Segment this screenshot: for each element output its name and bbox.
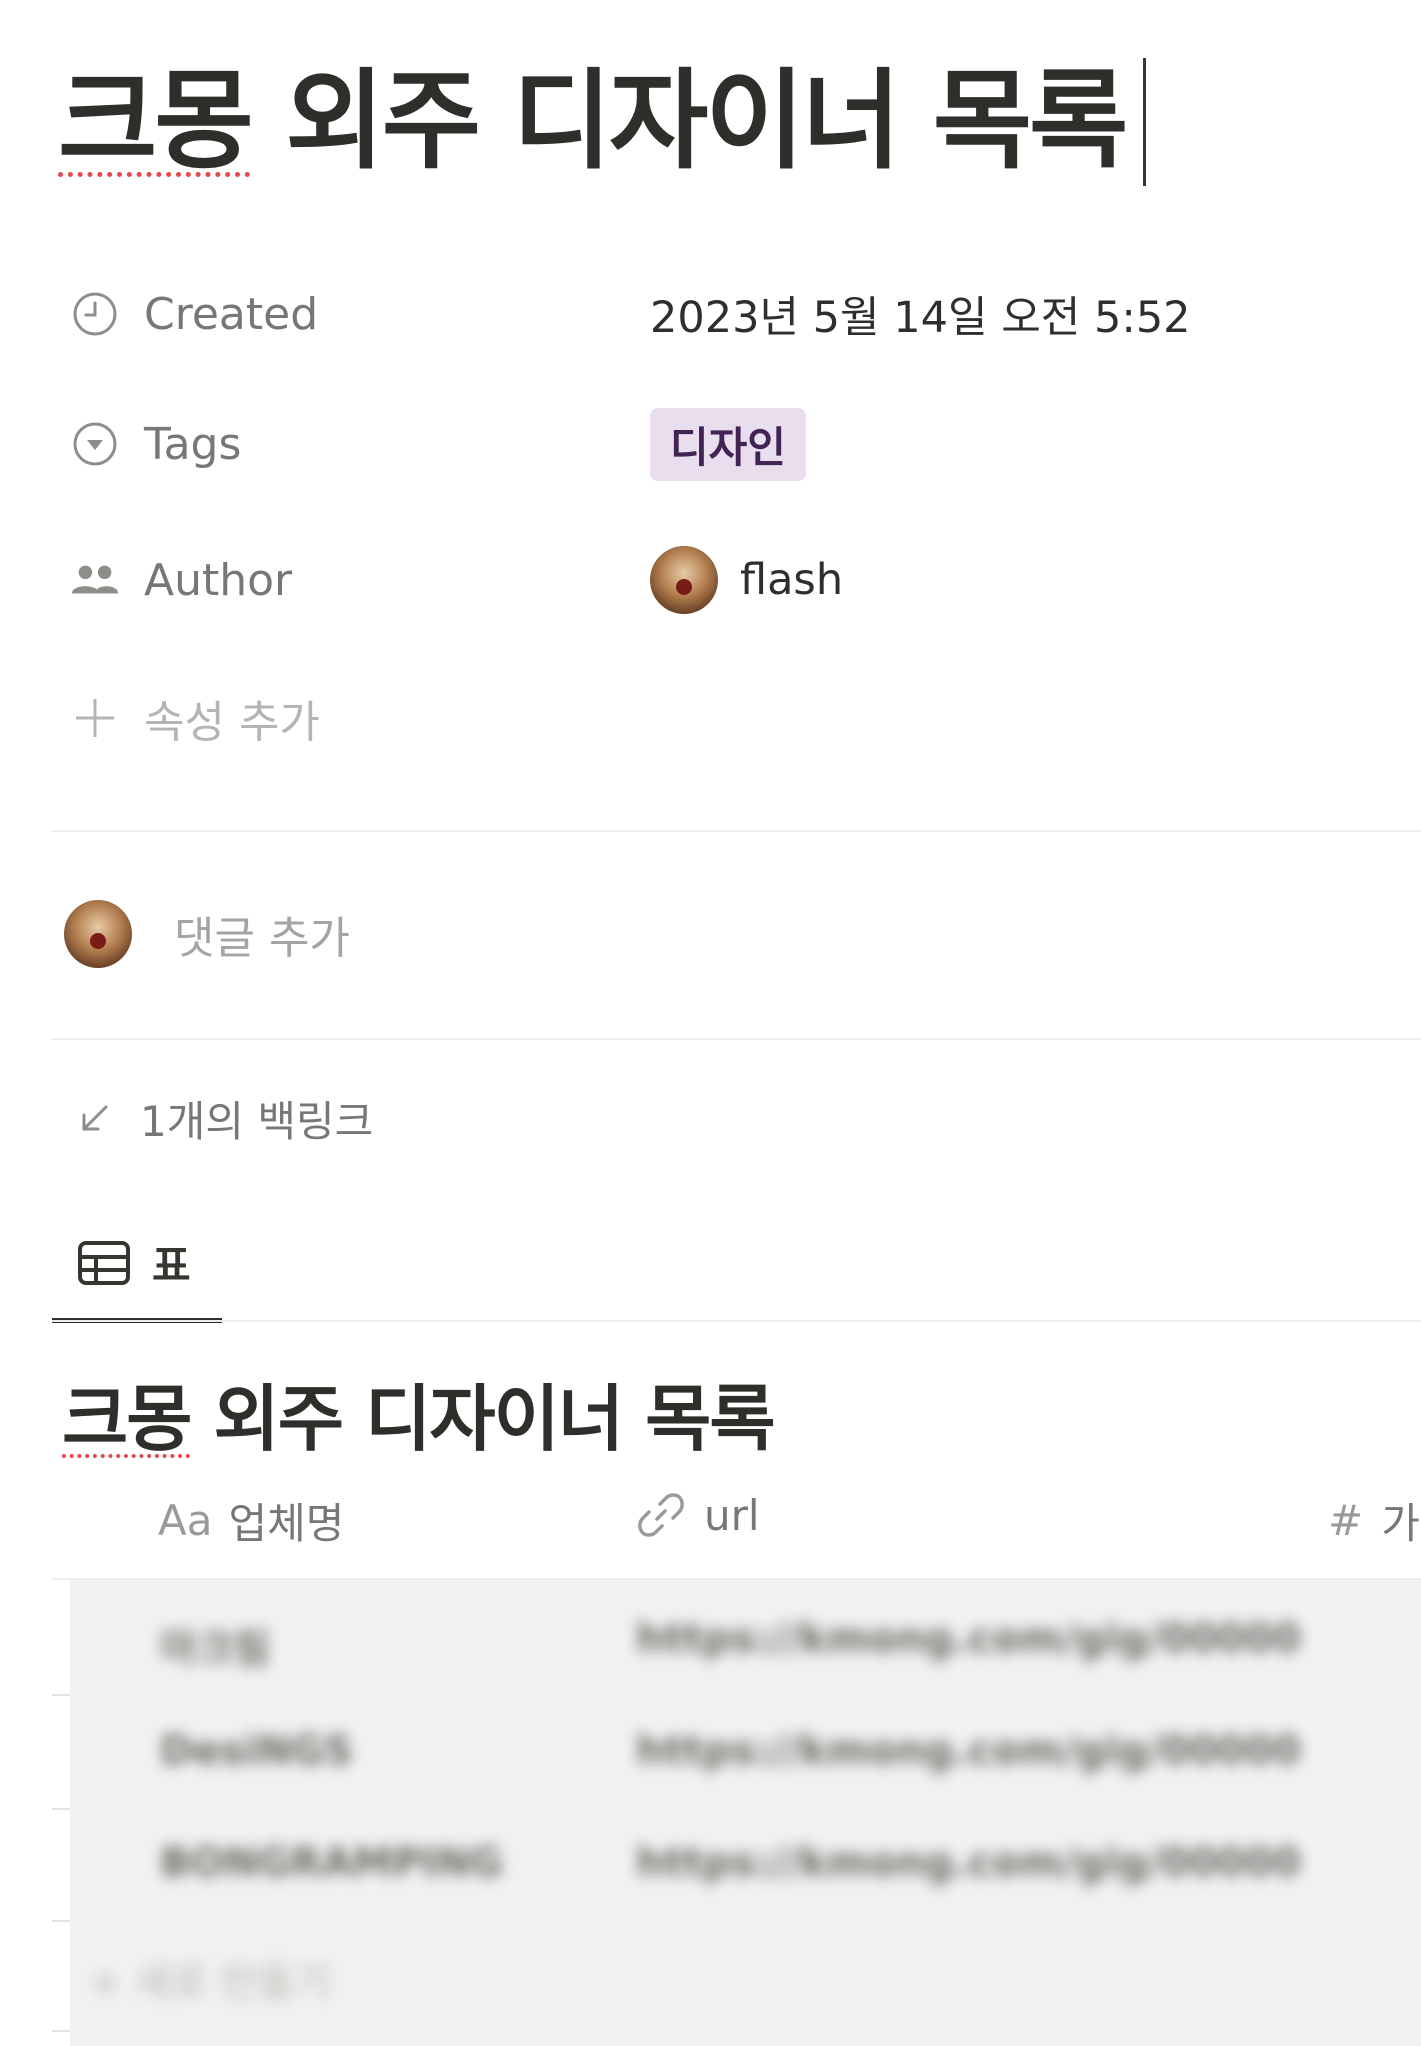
property-value-created: 2023년 5월 14일 오전 5:52	[650, 293, 1191, 343]
property-row-tags[interactable]: Tags 디자인	[70, 407, 806, 481]
add-property-label: 속성 추가	[144, 697, 320, 748]
table-row-url[interactable]: https://kmong.com/gig/00000	[636, 1840, 1301, 1886]
row-divider	[52, 1694, 70, 1696]
row-divider	[52, 2030, 70, 2032]
property-row-author[interactable]: Author flash	[70, 546, 843, 614]
clock-icon	[70, 289, 120, 339]
tab-label: 표	[152, 1241, 191, 1290]
add-property-button[interactable]: 속성 추가	[70, 688, 650, 748]
table-icon	[78, 1240, 130, 1285]
text-type-icon: Aa	[158, 1496, 213, 1545]
property-label-tags: Tags	[144, 418, 242, 470]
table-row-url[interactable]: https://kmong.com/gig/00000	[636, 1728, 1301, 1774]
text-caret	[1143, 58, 1147, 186]
column-header-number[interactable]: # 가	[1328, 1490, 1420, 1551]
comment-input[interactable]: 댓글 추가	[64, 900, 350, 968]
row-divider	[52, 1920, 70, 1922]
row-divider	[52, 1808, 70, 1810]
arrow-down-left-icon	[76, 1101, 112, 1137]
table-row-name[interactable]: 마크림	[160, 1616, 270, 1674]
comment-placeholder: 댓글 추가	[174, 913, 350, 964]
property-label-author: Author	[144, 554, 293, 606]
table-row-url[interactable]: https://kmong.com/gig/00000	[636, 1616, 1301, 1662]
title-misspelled-word: 크몽	[58, 58, 254, 184]
new-row-button[interactable]: + 새로 만들기	[88, 1950, 331, 2008]
backlinks-label: 1개의 백링크	[140, 1097, 374, 1146]
property-label-created: Created	[144, 288, 319, 340]
property-row-created[interactable]: Created 2023년 5월 14일 오전 5:52	[70, 284, 1191, 344]
number-type-icon: #	[1328, 1496, 1364, 1545]
divider	[52, 1320, 1421, 1322]
link-icon	[636, 1490, 686, 1540]
plus-icon	[70, 693, 120, 743]
divider	[52, 1038, 1421, 1040]
page-title[interactable]: 크몽 외주 디자이너 목록	[58, 58, 1147, 186]
column-header-name[interactable]: Aa 업체명	[158, 1490, 344, 1551]
author-name[interactable]: flash	[740, 555, 843, 605]
select-icon	[70, 419, 120, 469]
database-title[interactable]: 크몽 외주 디자이너 목록	[62, 1360, 776, 1465]
user-avatar	[64, 900, 132, 968]
tag-badge[interactable]: 디자인	[650, 407, 806, 481]
backlinks-button[interactable]: 1개의 백링크	[76, 1088, 373, 1149]
title-rest: 외주 디자이너 목록	[250, 58, 1128, 184]
tab-table-view[interactable]: 표	[52, 1220, 222, 1320]
column-header-url[interactable]: url	[636, 1490, 760, 1540]
divider	[52, 830, 1421, 832]
notion-page: 크몽 외주 디자이너 목록 Created 2023년 5월 14일 오전 5:…	[0, 0, 1421, 2046]
table-row-name[interactable]: DesiNGS	[160, 1728, 353, 1774]
table-row-name[interactable]: BONGRAMPING	[160, 1840, 503, 1886]
people-icon	[70, 555, 120, 605]
author-avatar	[650, 546, 718, 614]
